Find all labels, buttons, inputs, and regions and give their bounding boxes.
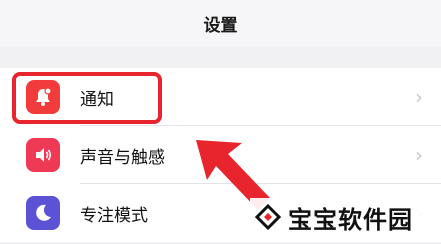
watermark: 宝宝软件园 [250, 198, 421, 236]
watermark-logo-icon [254, 203, 282, 231]
speaker-icon [26, 138, 60, 172]
chevron-right-icon: › [415, 143, 423, 167]
settings-item-label: 专注模式 [80, 205, 148, 226]
settings-item-sounds-haptics[interactable]: 声音与触感 › [0, 126, 441, 184]
moon-icon [26, 196, 60, 230]
highlight-annotation-box [12, 72, 162, 124]
watermark-text: 宝宝软件园 [288, 205, 413, 234]
navigation-bar: 设置 [0, 0, 441, 46]
settings-item-label: 声音与触感 [80, 147, 165, 168]
chevron-right-icon: › [415, 85, 423, 109]
page-title: 设置 [203, 15, 238, 36]
